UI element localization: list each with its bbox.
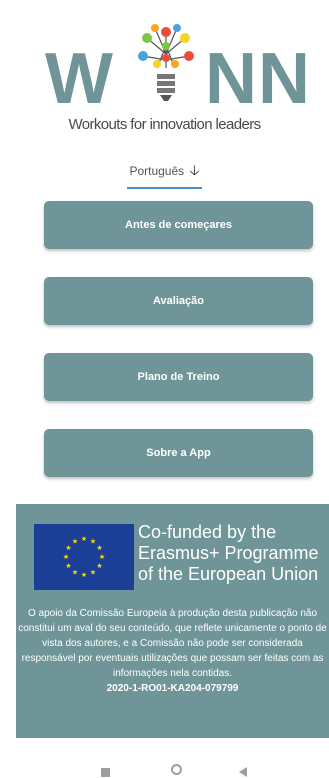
arrow-down-icon: 🡣 xyxy=(189,162,200,178)
disclaimer-text: O apoio da Comissão Europeia à produção … xyxy=(18,608,327,679)
disclaimer-block: O apoio da Comissão Europeia à produção … xyxy=(16,606,329,696)
svg-text:★: ★ xyxy=(65,544,71,552)
eu-funding-footer: ★ ★ ★ ★ ★ ★ ★ ★ ★ ★ ★ ★ Co-funded by the… xyxy=(16,504,329,738)
recents-icon[interactable] xyxy=(101,768,110,777)
svg-text:★: ★ xyxy=(63,553,69,561)
cofunded-statement: Co-funded by the Erasmus+ Programme of t… xyxy=(138,522,324,585)
svg-text:★: ★ xyxy=(72,569,78,577)
svg-text:★: ★ xyxy=(81,571,87,579)
android-nav-bar xyxy=(0,738,329,778)
language-label: Português xyxy=(129,164,185,178)
cofunded-line: of the European Union xyxy=(138,564,319,584)
app-logo: W N N Workouts for innovation leaders xyxy=(0,20,329,140)
lightbulb-icon xyxy=(138,24,194,101)
eu-flag-icon: ★ ★ ★ ★ ★ ★ ★ ★ ★ ★ ★ ★ xyxy=(34,524,134,590)
cofunded-line: Erasmus+ Programme xyxy=(138,543,319,563)
logo-letter-w: W xyxy=(45,39,113,119)
before-you-start-button[interactable]: Antes de começares xyxy=(44,201,313,249)
language-selector[interactable]: Português 🡣 xyxy=(127,160,202,189)
about-app-button[interactable]: Sobre a App xyxy=(44,429,313,477)
project-code: 2020-1-RO01-KA204-079799 xyxy=(106,683,239,694)
logo-tagline: Workouts for innovation leaders xyxy=(68,116,261,133)
svg-text:★: ★ xyxy=(65,562,71,570)
svg-text:★: ★ xyxy=(96,544,102,552)
svg-text:★: ★ xyxy=(96,562,102,570)
svg-text:★: ★ xyxy=(90,569,96,577)
back-icon[interactable] xyxy=(239,767,247,777)
cofunded-line: Co-funded by the xyxy=(138,522,277,542)
home-icon[interactable] xyxy=(171,764,182,775)
language-selector-wrap: Português 🡣 xyxy=(0,160,329,189)
logo-letter-n2: N xyxy=(258,39,310,119)
svg-text:★: ★ xyxy=(81,535,87,543)
assessment-button[interactable]: Avaliação xyxy=(44,277,313,325)
svg-text:★: ★ xyxy=(99,553,105,561)
logo-letter-n1: N xyxy=(205,39,257,119)
svg-text:★: ★ xyxy=(72,538,78,546)
svg-text:★: ★ xyxy=(90,538,96,546)
training-plan-button[interactable]: Plano de Treino xyxy=(44,353,313,401)
